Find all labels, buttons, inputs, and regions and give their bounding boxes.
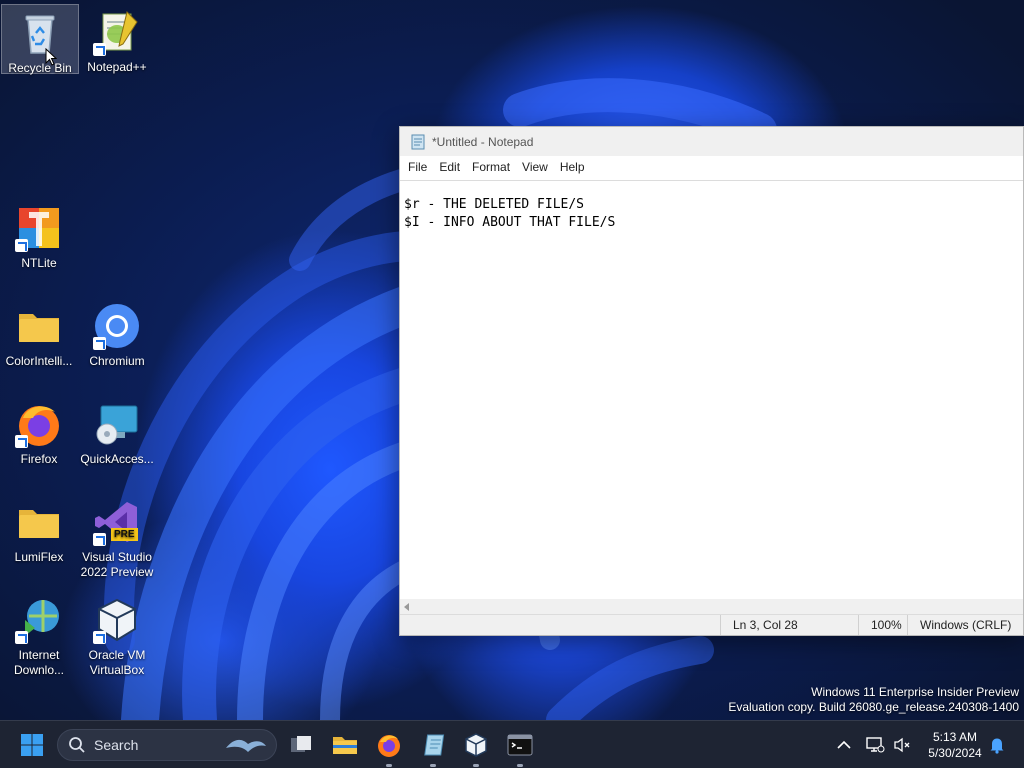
- desktop-icon-label: Chromium: [89, 354, 145, 368]
- visual-studio-icon: PRE: [93, 498, 141, 546]
- shortcut-arrow-icon: [93, 43, 106, 56]
- desktop-icon-label: NTLite: [21, 256, 57, 270]
- windows-logo-icon: [21, 734, 43, 756]
- virtualbox-icon: [465, 733, 487, 757]
- window-title: *Untitled - Notepad: [432, 134, 534, 149]
- desktop-icon-chromium[interactable]: Chromium: [78, 298, 156, 394]
- show-hidden-icons-button[interactable]: [829, 729, 859, 761]
- volume-button[interactable]: [889, 729, 915, 761]
- desktop-icon-label: Internet Downlo...: [13, 648, 65, 677]
- status-bar: Ln 3, Col 28 100% Windows (CRLF): [400, 614, 1023, 635]
- search-highlight-icon: [226, 739, 266, 752]
- notepad-titlebar[interactable]: *Untitled - Notepad: [400, 127, 1023, 156]
- desktop-icon-colorintelli[interactable]: ColorIntelli...: [0, 298, 78, 394]
- desktop-icon-label: Oracle VM VirtualBox: [88, 648, 146, 677]
- system-clock[interactable]: 5:13 AM 5/30/2024: [925, 729, 985, 761]
- notifications-button[interactable]: [984, 729, 1010, 761]
- desktop-icon-internet-download-manager[interactable]: Internet Downlo...: [0, 592, 78, 688]
- search-placeholder: Search: [94, 737, 139, 753]
- taskbar-search-box[interactable]: Search: [57, 729, 277, 761]
- folder-icon: [15, 498, 63, 546]
- watermark-build: Evaluation copy. Build 26080.ge_release.…: [728, 700, 1019, 714]
- firefox-icon: [15, 400, 63, 448]
- running-indicator: [517, 764, 523, 767]
- desktop-icon-firefox[interactable]: Firefox: [0, 396, 78, 492]
- quick-access-icon: [93, 400, 141, 448]
- network-status-button[interactable]: [861, 729, 889, 761]
- clock-date: 5/30/2024: [928, 746, 982, 760]
- notepad-icon: [424, 734, 445, 756]
- mouse-cursor-icon: [45, 48, 57, 66]
- shortcut-arrow-icon: [15, 239, 28, 252]
- desktop-icon-label: Notepad++: [87, 60, 147, 74]
- watermark-edition: Windows 11 Enterprise Insider Preview: [811, 685, 1019, 699]
- desktop-icon-label: LumiFlex: [14, 550, 64, 564]
- terminal-icon: [507, 734, 533, 756]
- start-button[interactable]: [16, 729, 48, 761]
- menu-file[interactable]: File: [402, 156, 433, 178]
- chevron-up-icon: [837, 740, 851, 749]
- running-indicator: [473, 764, 479, 767]
- globe-download-icon: [15, 596, 63, 644]
- taskbar-virtualbox[interactable]: [460, 729, 492, 767]
- task-view-button[interactable]: [285, 729, 317, 761]
- taskbar-terminal[interactable]: [504, 729, 536, 767]
- taskbar: Search 5:13 AM 5/30/2024: [0, 720, 1024, 768]
- status-zoom: 100%: [858, 615, 908, 635]
- menu-help[interactable]: Help: [554, 156, 591, 178]
- status-cursor-position: Ln 3, Col 28: [720, 615, 870, 635]
- network-icon: [866, 737, 885, 753]
- folder-icon: [15, 302, 63, 350]
- preview-badge: PRE: [111, 528, 138, 541]
- desktop-icon-ntlite[interactable]: NTLite: [0, 200, 78, 296]
- clock-time: 5:13 AM: [932, 730, 978, 744]
- ntlite-icon: [15, 204, 63, 252]
- desktop-icon-lumiflex[interactable]: LumiFlex: [0, 494, 78, 590]
- notepad-plus-plus-icon: [93, 8, 141, 56]
- menu-edit[interactable]: Edit: [433, 156, 466, 178]
- notepad-app-icon: [410, 134, 426, 150]
- menu-format[interactable]: Format: [466, 156, 516, 178]
- desktop-icon-notepad-plus-plus[interactable]: Notepad++: [78, 4, 156, 100]
- taskbar-notepad[interactable]: [417, 729, 449, 767]
- desktop-icon-label: Firefox: [20, 452, 58, 466]
- taskbar-file-explorer[interactable]: [329, 729, 361, 761]
- taskbar-firefox[interactable]: [373, 729, 405, 767]
- desktop-icon-label: Visual Studio 2022 Preview: [80, 550, 154, 579]
- desktop-icon-oracle-virtualbox[interactable]: Oracle VM VirtualBox: [78, 592, 156, 688]
- notepad-menubar: File Edit Format View Help: [400, 156, 1023, 178]
- running-indicator: [386, 764, 392, 767]
- task-view-icon: [291, 736, 311, 752]
- desktop-icon-visual-studio-preview[interactable]: PRE Visual Studio 2022 Preview: [78, 494, 156, 590]
- desktop-icon-quickaccess[interactable]: QuickAcces...: [78, 396, 156, 492]
- file-explorer-icon: [333, 737, 357, 754]
- text-editor-area[interactable]: $r - THE DELETED FILE/S $I - INFO ABOUT …: [400, 180, 1023, 599]
- desktop-icon-label: QuickAcces...: [80, 452, 154, 466]
- shortcut-arrow-icon: [93, 631, 106, 644]
- status-line-ending: Windows (CRLF): [907, 615, 1024, 635]
- speaker-muted-icon: [894, 737, 910, 753]
- chromium-icon: [93, 302, 141, 350]
- desktop-icon-label: ColorIntelli...: [5, 354, 73, 368]
- evaluation-watermark: Windows 11 Enterprise Insider Preview Ev…: [728, 685, 1019, 715]
- desktop-icon-recycle-bin[interactable]: Recycle Bin: [1, 4, 79, 75]
- shortcut-arrow-icon: [93, 337, 106, 350]
- shortcut-arrow-icon: [15, 631, 28, 644]
- bell-icon: [990, 738, 1004, 754]
- running-indicator: [430, 764, 436, 767]
- firefox-icon: [378, 735, 400, 757]
- search-icon: [69, 737, 85, 753]
- scroll-left-icon[interactable]: [404, 603, 409, 611]
- virtualbox-icon: [93, 596, 141, 644]
- desktop-icon-label: Recycle Bin: [8, 61, 72, 75]
- notepad-window[interactable]: *Untitled - Notepad File Edit Format Vie…: [399, 126, 1024, 636]
- shortcut-arrow-icon: [93, 533, 106, 546]
- menu-view[interactable]: View: [516, 156, 554, 178]
- shortcut-arrow-icon: [15, 435, 28, 448]
